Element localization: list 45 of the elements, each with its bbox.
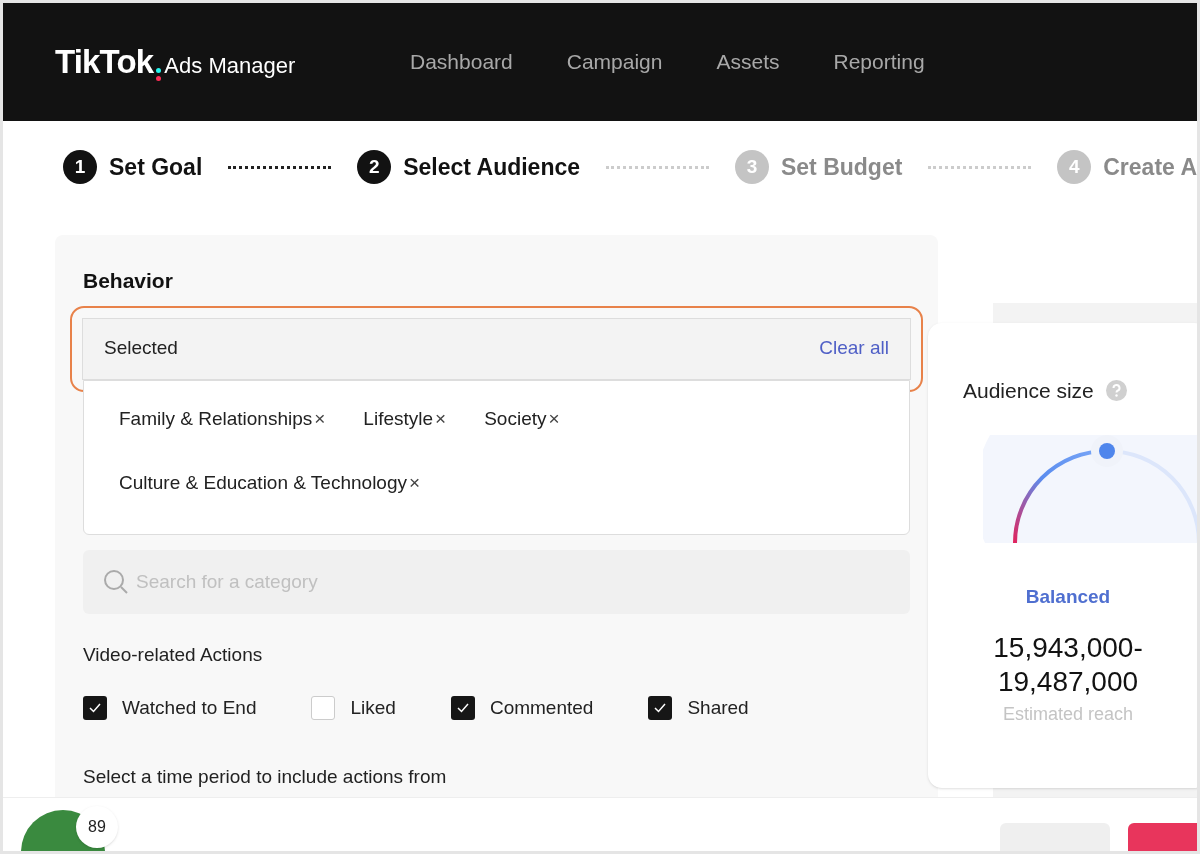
tag-label: Lifestyle [363, 406, 434, 431]
checkbox-label: Watched to End [122, 696, 257, 720]
logo: TikTok [55, 42, 154, 83]
check-icon [88, 701, 102, 716]
remove-button[interactable]: × [314, 404, 326, 433]
step-number: 2 [357, 150, 392, 184]
step-label: Set Goal [109, 152, 203, 182]
checkbox-label: Commented [489, 696, 594, 720]
logo-subtitle: Ads Manager [164, 52, 296, 81]
step-label: Select Audience [403, 152, 581, 182]
status-label: Balanced [1025, 584, 1111, 609]
step-number: 3 [734, 150, 769, 184]
step-label: Create A [1103, 152, 1197, 182]
audience-title: Audience size [963, 378, 1094, 404]
nav-link[interactable]: Dashboard [410, 46, 513, 78]
section-title: Behavior [83, 268, 174, 294]
checkbox[interactable] [648, 696, 673, 721]
remove-button[interactable]: × [548, 404, 560, 433]
step-label: Set Budget [780, 152, 903, 182]
remove-button[interactable]: × [409, 469, 421, 498]
subsection-title: Video-related Actions [83, 642, 264, 667]
nav-link[interactable]: Campaign [566, 46, 663, 78]
checkbox[interactable] [450, 696, 475, 721]
reach-range: 15,943,000- 19,487,000 [993, 631, 1143, 699]
reach-caption: Estimated reach [1002, 703, 1134, 726]
nav-link[interactable]: Assets [716, 46, 780, 78]
checkbox-label: Liked [350, 696, 396, 720]
time-period-label: Select a time period to include actions from [83, 764, 448, 789]
tag-label: Society [484, 406, 547, 431]
count-badge: 89 [76, 806, 118, 848]
check-icon [653, 701, 668, 716]
clear-all-link[interactable]: Clear all [819, 334, 889, 363]
checkbox-label: Shared [687, 696, 749, 720]
step-number: 1 [63, 150, 97, 184]
search-icon [103, 568, 129, 595]
remove-button[interactable]: × [435, 404, 447, 433]
checkbox[interactable] [311, 696, 336, 721]
logo-dots-icon [156, 68, 162, 82]
check-icon [455, 701, 470, 716]
checkbox[interactable] [83, 696, 107, 721]
nav-link[interactable]: Reporting [833, 46, 925, 78]
tag-label: Culture & Education & Technology [119, 471, 407, 495]
tag-label: Family & Relationships [119, 406, 313, 431]
step-number: 4 [1057, 150, 1092, 184]
selected-label: Selected [104, 336, 178, 361]
